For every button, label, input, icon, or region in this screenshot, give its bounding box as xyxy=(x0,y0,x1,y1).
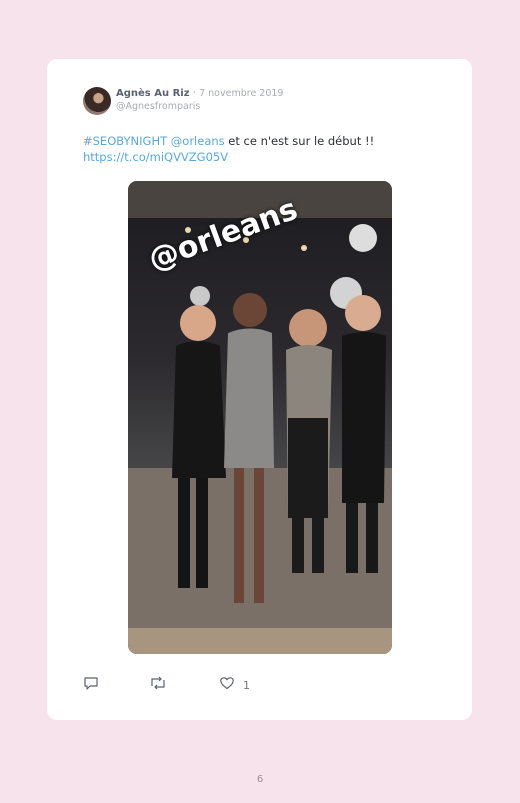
tweet-card: Agnès Au Riz · 7 novembre 2019 @Agnesfro… xyxy=(47,59,472,720)
photo-illustration xyxy=(128,224,392,628)
reply-button[interactable] xyxy=(83,676,99,694)
media-bottom-band xyxy=(128,628,392,654)
media-photo xyxy=(128,218,392,628)
mention-link[interactable]: @orleans xyxy=(171,134,225,148)
reply-icon xyxy=(83,675,99,695)
separator: · xyxy=(192,88,196,99)
author-name[interactable]: Agnès Au Riz xyxy=(116,88,190,99)
author-line: Agnès Au Riz · 7 novembre 2019 xyxy=(116,88,283,99)
heart-icon xyxy=(219,675,235,695)
tweet-media[interactable]: @orleans xyxy=(128,181,392,654)
avatar[interactable] xyxy=(83,87,111,115)
tweet-url[interactable]: https://t.co/miQVVZG05V xyxy=(83,150,228,164)
tweet-body: et ce n'est sur le début !! xyxy=(224,134,375,148)
tweet-actions: 1 xyxy=(83,676,283,696)
hashtag-link[interactable]: #SEOBYNIGHT xyxy=(83,134,167,148)
tweet-date[interactable]: 7 novembre 2019 xyxy=(199,88,283,99)
like-count: 1 xyxy=(243,678,250,692)
page-number: 6 xyxy=(256,774,264,785)
retweet-icon xyxy=(149,675,167,695)
author-handle[interactable]: @Agnesfromparis xyxy=(116,101,200,112)
like-button[interactable]: 1 xyxy=(219,676,250,694)
retweet-button[interactable] xyxy=(149,676,167,694)
tweet-text: #SEOBYNIGHT @orleans et ce n'est sur le … xyxy=(83,133,443,165)
